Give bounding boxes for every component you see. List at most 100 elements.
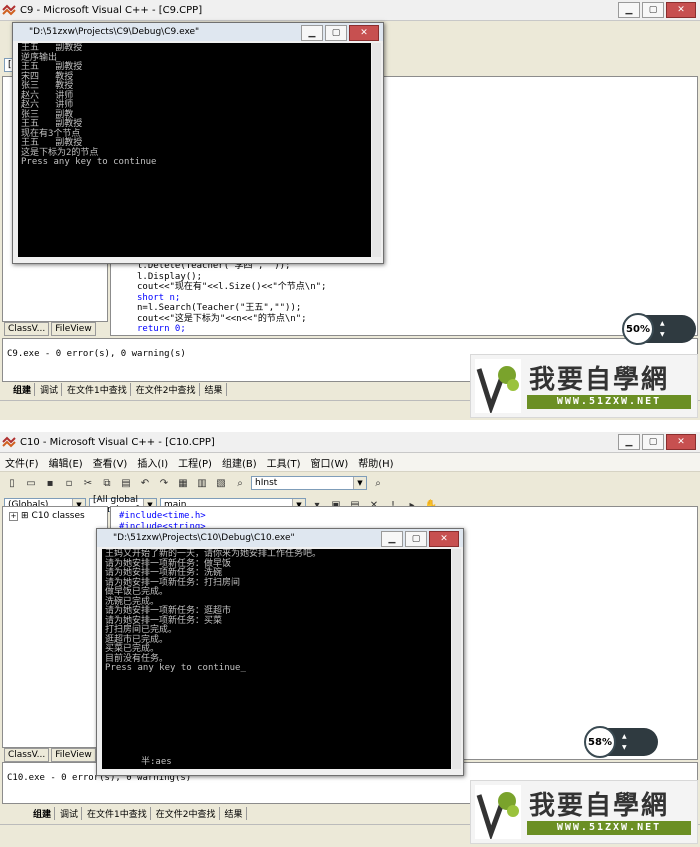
title-bar: C9 - Microsoft Visual C++ - [C9.CPP] ▁ ▢… (0, 0, 700, 21)
gauge-percent: 58% (584, 726, 616, 758)
watermark-logo: 我要自學網 WWW.51ZXW.NET (470, 780, 698, 844)
find-in-files-icon[interactable]: ⌕ (232, 475, 248, 491)
maximize-icon[interactable]: ▢ (642, 434, 664, 450)
code-line: cout<<"这是下标为"<<n<<"的节点\n"; (137, 313, 307, 324)
title-bar: C10 - Microsoft Visual C++ - [C10.CPP] ▁… (0, 432, 700, 453)
menu-project[interactable]: 工程(P) (173, 455, 217, 470)
menu-file[interactable]: 文件(F) (0, 455, 44, 470)
tab-classview[interactable]: ClassV... (4, 748, 50, 762)
menu-bar: 文件(F) 编辑(E) 查看(V) 插入(I) 工程(P) 组建(B) 工具(T… (0, 453, 700, 472)
menu-window[interactable]: 窗口(W) (306, 455, 354, 470)
window-title: C10 - Microsoft Visual C++ - [C10.CPP] (20, 436, 215, 448)
minimize-icon[interactable]: ▁ (618, 434, 640, 450)
close-icon[interactable]: ✕ (429, 531, 459, 547)
close-icon[interactable]: ✕ (349, 25, 379, 41)
console-output: 王五 副教授 逆序输出 王五 副教授 宋四 教授 张三 教授 赵六 讲师 赵六 讲师 张三 副… (18, 43, 371, 257)
code-line: n=l.Search(Teacher("王五","")); (137, 303, 302, 313)
tab-results[interactable]: 结果 (222, 807, 247, 820)
tab-build[interactable]: 组建 (30, 807, 56, 820)
visual-cpp-icon (2, 436, 16, 448)
down-arrow-icon: ▼ (622, 744, 627, 751)
redo-icon[interactable]: ↷ (156, 475, 172, 491)
console-window[interactable]: "D:\51zxw\Projects\C9\Debug\C9.exe" ▁ ▢ … (12, 22, 384, 264)
window-title: C9 - Microsoft Visual C++ - [C9.CPP] (20, 4, 203, 16)
minimize-icon[interactable]: ▁ (301, 25, 323, 41)
console-scrollbar[interactable] (452, 549, 461, 769)
tab-fileview[interactable]: FileView (51, 748, 96, 762)
console-output: 王妈又开始了新的一天，请你来为她安排工作任务吧。 请为她安排一项新任务：做早饭 请为… (102, 549, 451, 769)
logo-title: 我要自學網 (529, 791, 670, 821)
menu-help[interactable]: 帮助(H) (353, 455, 398, 470)
build-result: C9.exe - 0 error(s), 0 warning(s) (7, 349, 186, 359)
console-line: 赵六 讲师 (21, 90, 74, 101)
paste-icon[interactable]: ▤ (118, 475, 134, 491)
workspace-icon[interactable]: ▦ (175, 475, 191, 491)
menu-tools[interactable]: 工具(T) (262, 455, 306, 470)
minimize-icon[interactable]: ▁ (618, 2, 640, 18)
console-scrollbar[interactable] (372, 43, 381, 257)
console-window[interactable]: "D:\51zxw\Projects\C10\Debug\C10.exe" ▁ … (96, 528, 464, 776)
menu-view[interactable]: 查看(V) (88, 455, 133, 470)
visual-cpp-icon (2, 4, 16, 16)
workspace-panel: + ⊞ C10 classes (2, 506, 108, 748)
tab-build[interactable]: 组建 (10, 383, 36, 396)
open-folder-icon[interactable]: ▭ (23, 475, 39, 491)
gauge-percent: 50% (622, 313, 654, 345)
console-line: 王五 副教授 (21, 62, 83, 72)
find-icon[interactable]: ⌕ (370, 475, 386, 491)
code-line: short n; (137, 292, 181, 303)
workspace-tabs: ClassV... FileView (4, 322, 96, 336)
up-arrow-icon: ▲ (660, 320, 665, 327)
standard-toolbar: ▯ ▭ ▪ ▫ ✂ ⧉ ▤ ↶ ↷ ▦ ▥ ▧ ⌕ hInst ▼ ⌕ (0, 472, 700, 494)
tab-debug[interactable]: 调试 (37, 383, 63, 396)
console-line: Press any key to continue (21, 157, 157, 167)
tab-find2[interactable]: 在文件2中查找 (133, 383, 200, 396)
code-line: cout<<"现在有"<<l.Size()<<"个节点\n"; (137, 282, 327, 292)
tab-classview[interactable]: ClassV... (4, 322, 50, 336)
tree-item-label: C10 classes (31, 511, 85, 521)
save-icon[interactable]: ▪ (42, 475, 58, 491)
find-combo[interactable]: hInst ▼ (251, 476, 367, 490)
find-combo-value: hInst (255, 478, 278, 488)
tree-item-classes[interactable]: + ⊞ C10 classes (9, 511, 85, 521)
console-title: "D:\51zxw\Projects\C10\Debug\C10.exe" (113, 533, 295, 543)
close-icon[interactable]: ✕ (666, 2, 696, 18)
maximize-icon[interactable]: ▢ (642, 2, 664, 18)
copy-icon[interactable]: ⧉ (99, 475, 115, 491)
chevron-down-icon[interactable]: ▼ (353, 477, 366, 489)
menu-build[interactable]: 组建(B) (217, 455, 262, 470)
undo-icon[interactable]: ↶ (137, 475, 153, 491)
tab-debug[interactable]: 调试 (57, 807, 83, 820)
speed-gauge: 58% ▲ ▼ (584, 726, 658, 758)
watermark-logo: 我要自學網 WWW.51ZXW.NET (470, 354, 698, 418)
close-icon[interactable]: ✕ (666, 434, 696, 450)
cut-icon[interactable]: ✂ (80, 475, 96, 491)
window-list-icon[interactable]: ▧ (213, 475, 229, 491)
console-line: 王五 副教授 (21, 43, 83, 53)
code-line: #include<time.h> (119, 511, 206, 521)
tab-find1[interactable]: 在文件1中查找 (64, 383, 131, 396)
console-line: 赵六 讲师 (21, 100, 74, 110)
output-window-icon[interactable]: ▥ (194, 475, 210, 491)
expand-icon[interactable]: + (9, 511, 18, 521)
menu-edit[interactable]: 编辑(E) (44, 455, 88, 470)
screenshot-c10: C10 - Microsoft Visual C++ - [C10.CPP] ▁… (0, 432, 700, 847)
console-line: Press any key to continue_ (105, 663, 246, 673)
logo-url: WWW.51ZXW.NET (527, 821, 691, 835)
tab-find2[interactable]: 在文件2中查找 (153, 807, 220, 820)
minimize-icon[interactable]: ▁ (381, 531, 403, 547)
screenshot-c9: C9 - Microsoft Visual C++ - [C9.CPP] ▁ ▢… (0, 0, 700, 420)
maximize-icon[interactable]: ▢ (405, 531, 427, 547)
console-title: "D:\51zxw\Projects\C9\Debug\C9.exe" (29, 27, 200, 37)
output-tabs: 组建 调试 在文件1中查找 在文件2中查找 结果 (30, 807, 247, 820)
tab-fileview[interactable]: FileView (51, 322, 96, 336)
logo-url: WWW.51ZXW.NET (527, 395, 691, 409)
new-file-icon[interactable]: ▯ (4, 475, 20, 491)
maximize-icon[interactable]: ▢ (325, 25, 347, 41)
tab-find1[interactable]: 在文件1中查找 (84, 807, 151, 820)
save-all-icon[interactable]: ▫ (61, 475, 77, 491)
class-icon: ⊞ (21, 511, 29, 521)
leaf-v-logo-icon (475, 785, 521, 839)
menu-insert[interactable]: 插入(I) (132, 455, 173, 470)
tab-results[interactable]: 结果 (202, 383, 227, 396)
